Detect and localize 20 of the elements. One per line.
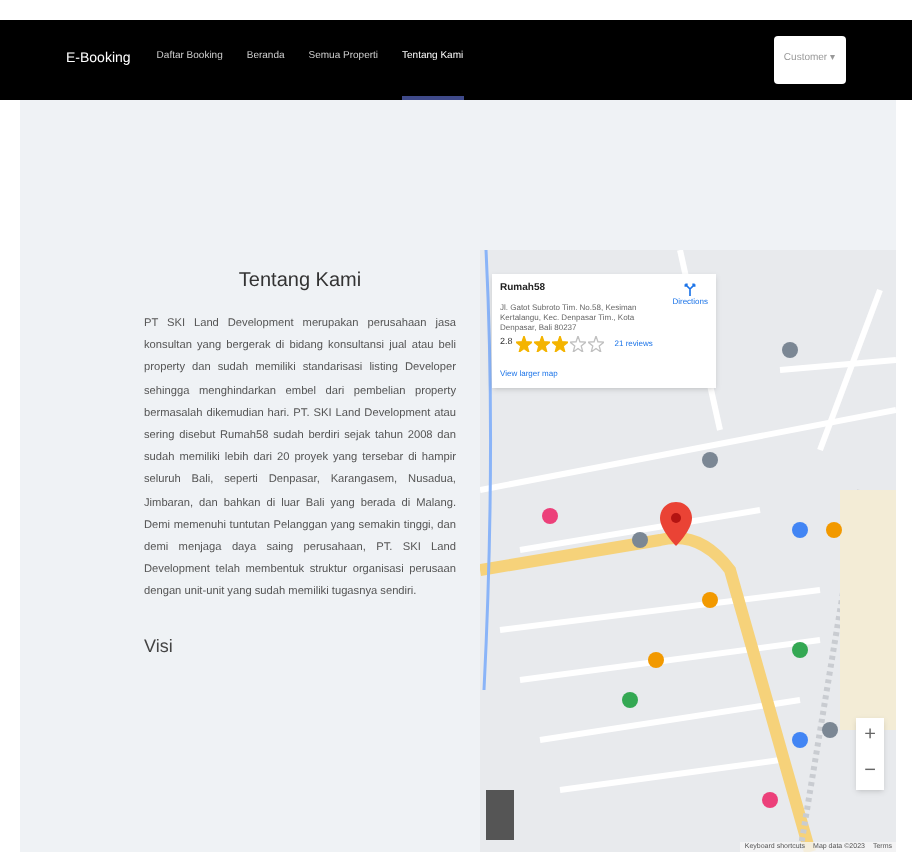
section-title: Tentang Kami [238,268,362,296]
directions-icon [684,282,697,296]
place-marker-icon [702,452,718,468]
place-marker-icon [826,522,842,538]
zoom-out-button[interactable]: − [856,754,884,790]
place-marker-icon [792,522,808,538]
vision-heading: Visi [144,633,173,660]
place-marker-icon [762,792,778,808]
place-marker-icon [792,642,808,658]
zoom-in-button[interactable]: + [856,718,884,754]
place-marker-icon [702,592,718,608]
place-marker-icon [622,692,638,708]
location-pin-icon [660,502,692,546]
place-marker-icon [632,532,648,548]
place-marker-icon [648,652,664,668]
place-marker-icon [782,342,798,358]
street-view-thumbnail [486,790,514,840]
place-marker-icon [822,722,838,738]
place-marker-icon [792,732,808,748]
place-marker-icon [542,508,558,524]
